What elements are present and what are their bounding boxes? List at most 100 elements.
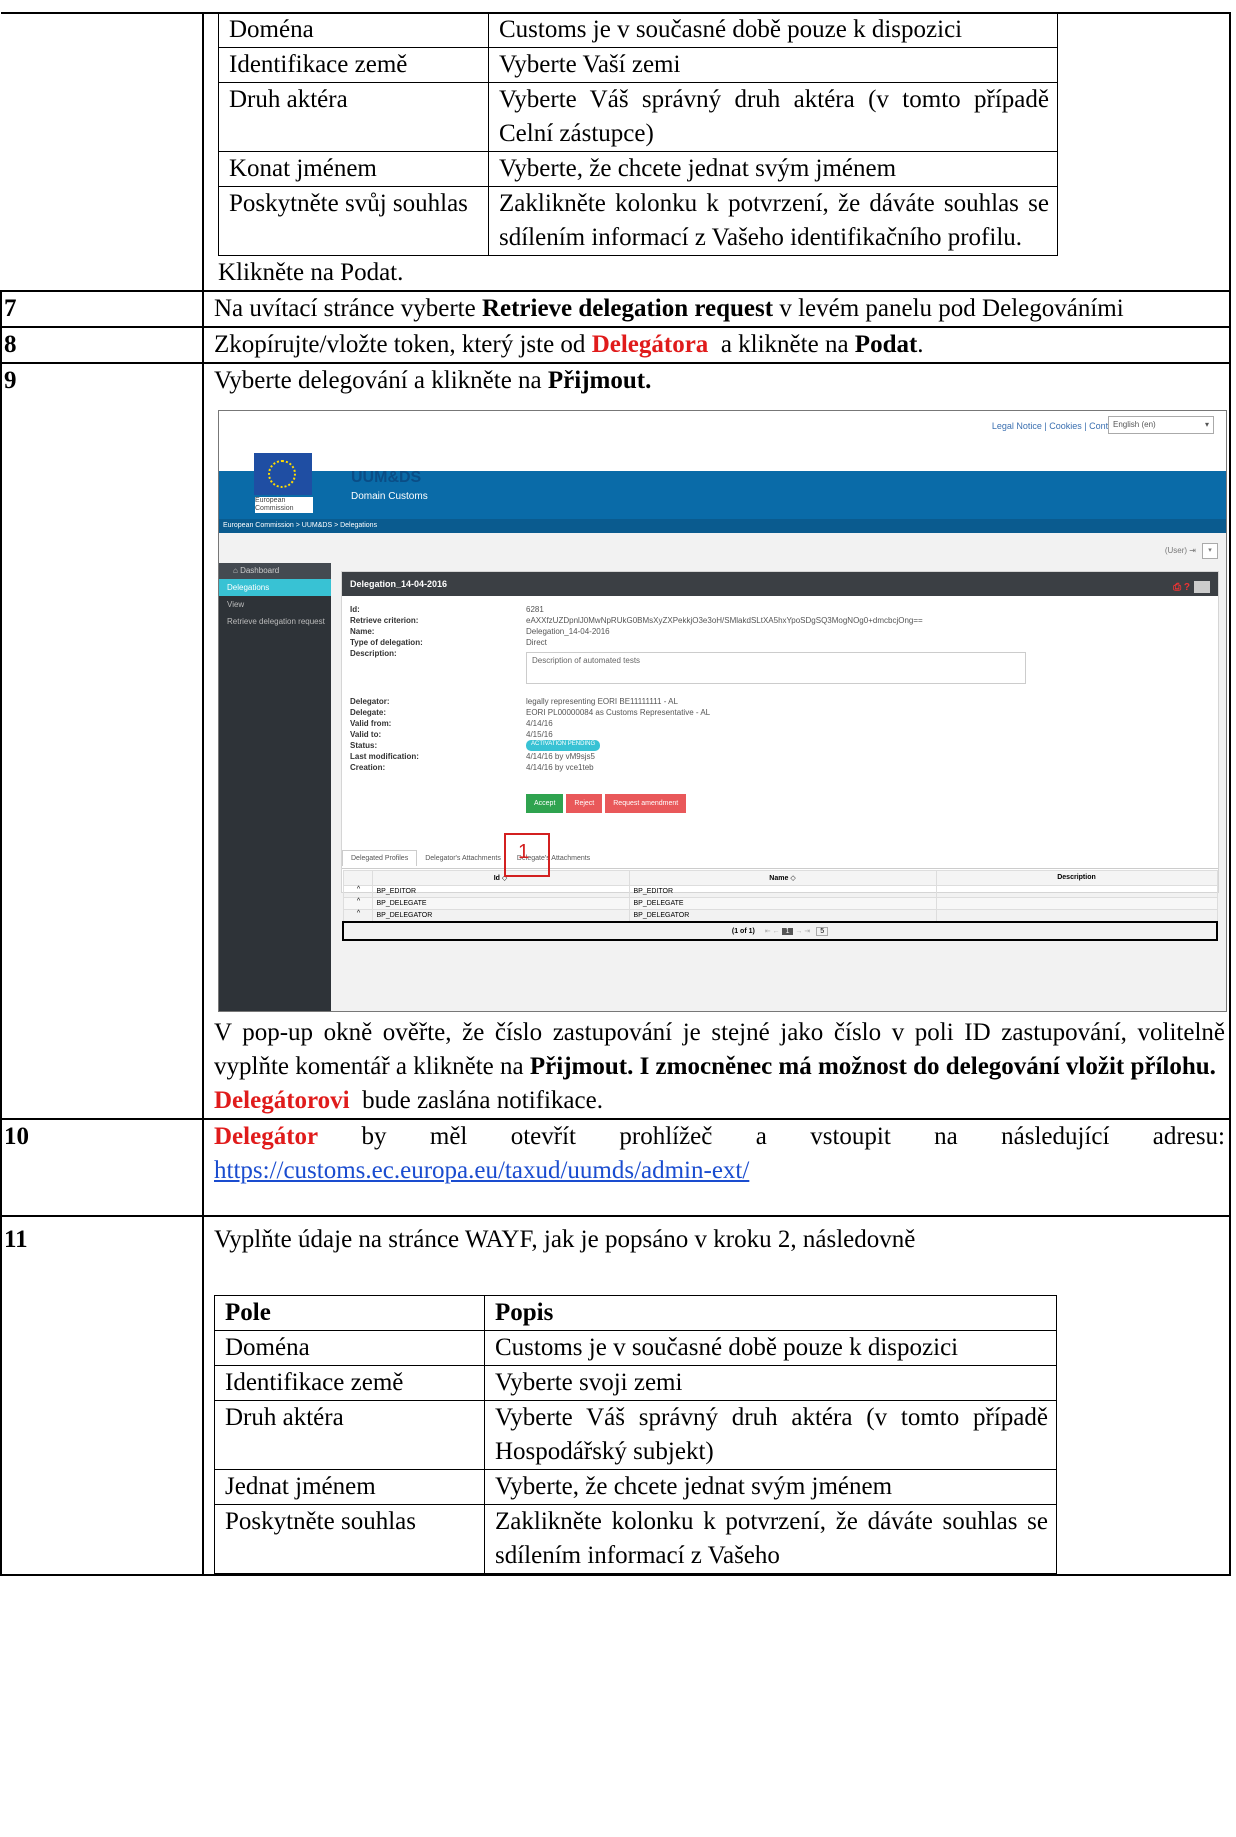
table-row: Druh aktéra Vyberte Váš správný druh akté… <box>218 82 1058 152</box>
user-name: (User) <box>1164 546 1188 556</box>
step-11-content: Vyplňte údaje na stránce WAYF, jak je po… <box>202 1215 1231 1576</box>
header-field: Pole <box>214 1295 485 1331</box>
col-description-header: Description <box>935 870 1218 886</box>
help-icon[interactable]: ? <box>1184 582 1190 593</box>
step-number: 11 <box>0 1215 204 1576</box>
print-icon[interactable]: ⎙ <box>1173 582 1181 593</box>
wayf-fields-table-top: Doména Customs je v současné době pouze k… <box>218 12 1058 256</box>
field-name: Druh aktéra <box>214 1400 485 1470</box>
field-name: Jednat jménem <box>214 1469 485 1505</box>
field-row: Delegator: legally representing EORI BE11… <box>350 696 710 707</box>
field-name: Identifikace země <box>214 1365 485 1401</box>
sidebar-item-retrieve[interactable]: Retrieve delegation request <box>219 613 331 630</box>
field-desc: Vyberte Váš správný druh aktéra (v tomto… <box>488 82 1058 152</box>
field-label: Description: <box>350 649 397 658</box>
profiles-grid: Id ◇ Name ◇ Description ^ BP_EDITOR BP_EDI… <box>342 870 1218 941</box>
sidebar-item-view[interactable]: View <box>219 596 331 613</box>
field-row: Status: ACTIVATION PENDING <box>350 740 710 751</box>
pager-text: (1 of 1) <box>731 928 755 935</box>
delegation-fields-2: Delegator: legally representing EORI BE11… <box>350 696 710 773</box>
table-row[interactable]: ^ BP_DELEGATE BP_DELEGATE <box>342 897 1218 910</box>
table-row: Identifikace země Vyberte Vaší zemi <box>218 47 1058 83</box>
table-row[interactable]: ^ BP_EDITOR BP_EDITOR <box>342 885 1218 898</box>
cell-desc <box>935 885 1218 898</box>
request-amendment-button[interactable]: Request amendment <box>605 794 687 813</box>
cell-name: BP_EDITOR <box>628 885 937 898</box>
user-menu[interactable]: (User) ⇥ ▾ <box>1165 543 1218 559</box>
step-number: 7 <box>0 290 204 328</box>
expand-icon[interactable]: ^ <box>342 885 373 898</box>
cell-name: BP_DELEGATE <box>628 897 937 910</box>
panel-header: Delegation_14-04-2016 ⎙ ? <box>342 572 1218 596</box>
field-row: Valid to: 4/15/16 <box>350 729 710 740</box>
field-name: Identifikace země <box>218 47 489 83</box>
chevron-down-icon: ▾ <box>1204 420 1209 429</box>
description-field[interactable]: Description of automated tests <box>526 652 1026 684</box>
table-row: Doména Customs je v současné době pouze k… <box>214 1330 1057 1366</box>
step-number-cell <box>1 12 204 292</box>
field-label: Status: <box>350 741 378 750</box>
current-page[interactable]: 1 <box>781 928 794 935</box>
reject-button[interactable]: Reject <box>566 794 603 813</box>
step-number: 8 <box>0 326 204 364</box>
menu-icon[interactable] <box>1194 581 1210 594</box>
field-value: 4/14/16 <box>526 719 553 728</box>
logout-icon[interactable]: ⇥ <box>1189 546 1196 555</box>
expand-icon[interactable]: ^ <box>342 909 373 923</box>
step-red-text: Delegátorovi <box>214 1087 350 1114</box>
last-page-icon[interactable]: ⇥ <box>804 928 810 935</box>
step-10-text: Delegátor by měl otevřít prohlížeč a vst… <box>202 1118 1231 1217</box>
field-row: Creation: 4/14/16 by vce1teb <box>350 762 710 773</box>
step-number: 10 <box>0 1118 204 1217</box>
table-row[interactable]: ^ BP_DELEGATOR BP_DELEGATOR <box>342 909 1218 923</box>
field-label: Creation: <box>350 763 386 772</box>
screenshot-header <box>219 411 1226 471</box>
expand-icon[interactable]: ^ <box>342 897 373 910</box>
cell-desc <box>935 909 1218 923</box>
field-row: Id: 6281 <box>350 604 923 615</box>
field-label: Type of delegation: <box>350 638 423 647</box>
pager-row: (1 of 1) ⇤ ← 1 → ⇥ 5 <box>342 921 1218 941</box>
first-page-icon[interactable]: ⇤ <box>765 928 771 935</box>
field-label: Delegator: <box>350 697 390 706</box>
language-select[interactable]: English (en) ▾ <box>1108 416 1214 434</box>
step-text: by měl otevřít prohlížeč a vstoupit na n… <box>318 1123 1225 1150</box>
step-text: Vyplňte údaje na stránce WAYF, jak je po… <box>214 1226 916 1253</box>
panel-title: Delegation_14-04-2016 <box>350 579 448 589</box>
step-7-text: Na uvítací stránce vyberte Retrieve dele… <box>202 290 1231 328</box>
header-label: Id <box>493 875 500 882</box>
field-name: Poskytněte souhlas <box>214 1504 485 1574</box>
page-size-select[interactable]: 5 <box>816 927 829 936</box>
sidebar-dashboard[interactable]: ⌂ Dashboard <box>219 563 331 579</box>
home-icon: ⌂ <box>233 566 241 575</box>
tab-delegated-profiles[interactable]: Delegated Profiles <box>342 850 418 866</box>
field-label: Retrieve criterion: <box>350 616 419 625</box>
table-row: Identifikace země Vyberte svoji zemi <box>214 1365 1057 1401</box>
accept-button[interactable]: Accept <box>526 794 564 813</box>
table-row: Konat jménem Vyberte, že chcete jednat sv… <box>218 151 1058 187</box>
uumds-screenshot: Legal Notice | Cookies | Contact | Searc… <box>218 410 1227 1012</box>
col-id-header[interactable]: Id ◇ <box>371 870 630 886</box>
prev-page-icon[interactable]: ← <box>773 928 780 935</box>
breadcrumb[interactable]: European Commission > UUM&DS > Delegatio… <box>219 519 1226 533</box>
table-row: Doména Customs je v současné době pouze k… <box>218 12 1058 48</box>
language-value: English (en) <box>1113 420 1156 429</box>
paginator: (1 of 1) ⇤ ← 1 → ⇥ 5 <box>342 921 1218 941</box>
field-row: Retrieve criterion: eAXXfzUZDpnlJ0MwNpRUk… <box>350 615 923 626</box>
admin-url-link[interactable]: https://customs.ec.europa.eu/taxud/uumds… <box>214 1157 749 1184</box>
tab-delegator-attachments[interactable]: Delegator's Attachments <box>417 851 509 866</box>
field-label: Last modification: <box>350 752 419 761</box>
next-page-icon[interactable]: → <box>795 928 802 935</box>
field-value: 4/14/16 by vM9sjs5 <box>526 752 595 761</box>
sidebar-item-delegations[interactable]: Delegations <box>219 579 331 596</box>
field-desc: Customs je v současné době pouze k dispo… <box>484 1330 1057 1366</box>
table-row: Jednat jménem Vyberte, že chcete jednat s… <box>214 1469 1057 1505</box>
field-value: EORI PL00000084 as Customs Representativ… <box>526 708 711 717</box>
field-label: Name: <box>350 627 375 636</box>
cell-id: BP_EDITOR <box>371 885 630 898</box>
field-row: Name: Delegation_14-04-2016 <box>350 626 923 637</box>
field-desc: Vyberte svoji zemi <box>484 1365 1057 1401</box>
col-name-header[interactable]: Name ◇ <box>628 870 937 886</box>
step-bold-text: Přijmout. I zmocněnec má možnost do dele… <box>529 1053 1216 1080</box>
chevron-down-icon[interactable]: ▾ <box>1202 543 1218 559</box>
